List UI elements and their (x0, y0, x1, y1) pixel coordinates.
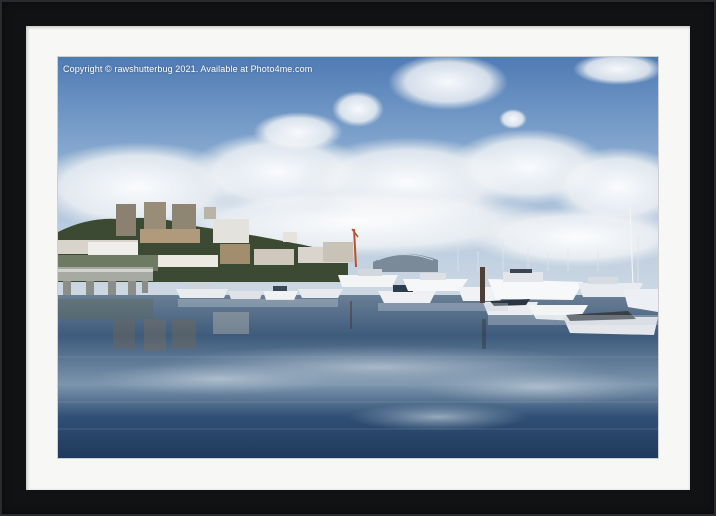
copyright-watermark: Copyright © rawshutterbug 2021. Availabl… (63, 64, 313, 74)
marina-scene (58, 57, 658, 458)
picture-frame: Copyright © rawshutterbug 2021. Availabl… (0, 0, 716, 516)
harbour-photo: Copyright © rawshutterbug 2021. Availabl… (58, 57, 658, 458)
